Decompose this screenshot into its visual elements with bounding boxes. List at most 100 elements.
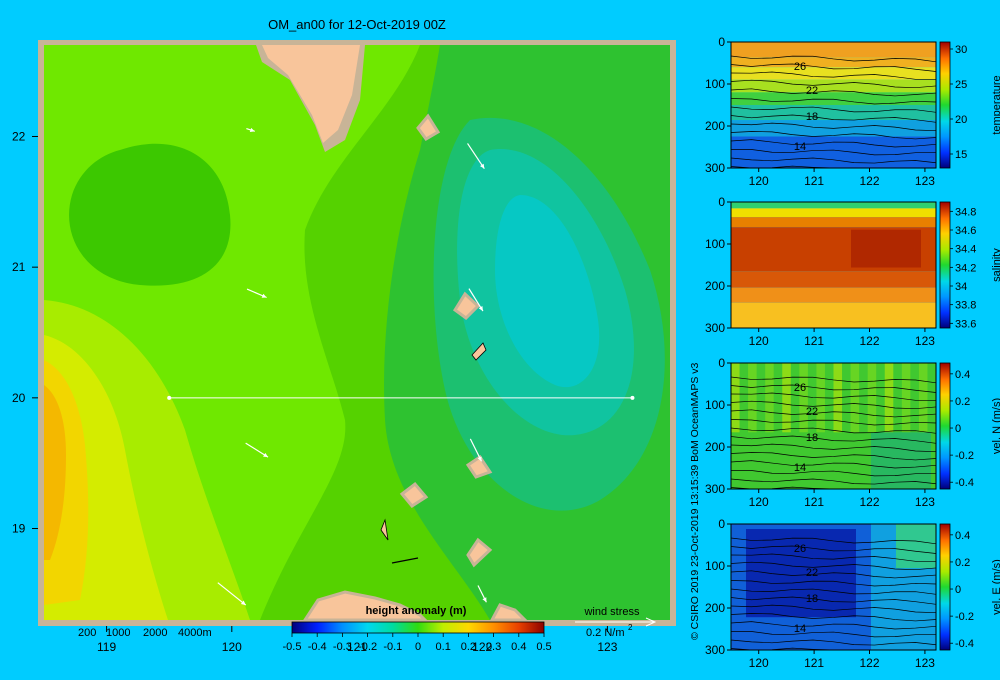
section-x-tick-label: 123 [915,334,935,348]
section-colorbar-tick-label: 33.8 [955,300,976,312]
section-x-tick-label: 122 [859,495,879,509]
section-x-tick-label: 120 [749,174,769,188]
depth-legend-1000: 1000 [106,627,130,639]
section-x-tick-label: 123 [915,656,935,670]
height-colorbar-tick-label: -0.3 [333,641,352,653]
section-colorbar-tick-label: 0 [955,423,961,435]
section-y-tick-label: 100 [705,77,725,91]
section-y-tick-label: 300 [705,482,725,496]
veln-patch [871,432,931,489]
section-x-tick-label: 121 [804,495,824,509]
section-y-tick-label: 0 [718,35,725,49]
map-y-tick-label: 19 [12,522,26,536]
section-colorbar [939,201,951,329]
veln-stripe [850,363,860,433]
height-colorbar-bar [291,621,545,634]
section-colorbar-label: salinity [991,248,1000,282]
section-colorbar-tick-label: -0.2 [955,611,974,623]
section-y-tick-label: 300 [705,321,725,335]
section-x-tick-label: 120 [749,495,769,509]
section-x-tick-label: 120 [749,334,769,348]
section-colorbar-tick-label: 34.2 [955,262,976,274]
map-panel: 119 120 121 122 123 19202122 [12,40,676,654]
map-x-tick-label: 119 [97,640,116,654]
depth-legend-200: 200 [78,627,96,639]
transect-start [167,395,172,400]
section-y-tick-label: 0 [718,356,725,370]
temperature-band [731,136,936,168]
height-colorbar-ticks: -0.5 -0.4 -0.3 -0.2 -0.1 0 0.1 0.2 0.3 0.4 0.5 [283,633,552,653]
credit-text: © CSIRO 2019 23-Oct-2019 13:15:39 BoM Oc… [689,362,701,640]
height-colorbar-tick-label: 0.4 [511,641,526,653]
section-colorbar-tick-label: 34.4 [955,244,976,256]
contour-label: 14 [794,141,806,153]
height-colorbar-tick-label: 0 [415,641,421,653]
veln-stripe [731,363,740,433]
temperature-band [731,42,936,58]
contour-label: 22 [806,406,818,418]
section-panel-1: 2622 18 14 120 121 122 123 0 100 200 300 15 20 25 30 te… [705,35,1000,188]
salinity-band [731,302,936,328]
vertical-section-panels: 26221814120 121 122 123010020030015202530te… [705,35,1000,670]
salinity-band [731,202,936,209]
salinity-band [731,217,936,228]
section-colorbar-label: vel. N (m/s) [991,398,1000,454]
height-colorbar-label: height anomaly (m) [366,605,467,617]
ocean-figure: OM_an00 for 12-Oct-2019 00Z 119 120 121 … [12,17,1000,670]
field-dark-green-blob [69,143,231,286]
contour-label: 14 [794,462,806,474]
depth-legend-2000: 2000 [143,627,167,639]
map-x-tick-label: 120 [222,640,242,654]
section-y-tick-label: 0 [718,517,725,531]
section-colorbar-tick-label: 0.4 [955,530,970,542]
contour-label: 26 [794,543,806,555]
veln-stripe [901,363,911,433]
map-y-tick-label: 21 [12,260,26,274]
section-y-tick-label: 200 [705,440,725,454]
height-colorbar-tick-label: -0.5 [283,641,302,653]
veln-stripe [799,363,808,433]
salinity-max-patch [851,229,921,268]
height-colorbar-tick-label: -0.4 [308,641,327,653]
wind-legend-value: 0.2 N/m [586,627,625,639]
section-colorbar [939,523,951,651]
section-y-tick-label: 300 [705,643,725,657]
veln-stripe [918,363,928,433]
section-panel-3: 2622 18 14 120 121 122 123 0 100 200 300 -0.4 -0.2 0 0… [705,356,1000,509]
contour-label: 18 [806,593,818,605]
section-colorbar-tick-label: -0.4 [955,638,974,650]
map-y-tick-label: 20 [12,391,26,405]
contour-label: 14 [794,623,806,635]
depth-legend-4000: 4000m [178,627,212,639]
height-colorbar-tick-label: 0.2 [461,641,476,653]
section-panel-2: 120 121 122 123 0 100 200 300 33.6 33.8 34 34.2 34.4… [705,195,1000,348]
section-colorbar [939,41,951,169]
salinity-band [731,208,936,218]
section-colorbar [939,362,951,490]
section-y-tick-label: 0 [718,195,725,209]
wind-legend-superscript: 2 [628,623,633,632]
section-x-tick-label: 122 [859,656,879,670]
height-colorbar-tick-label: 0.1 [436,641,451,653]
salinity-band [731,271,936,288]
height-colorbar-tick-label: -0.2 [358,641,377,653]
section-colorbar-tick-label: 0.4 [955,369,970,381]
section-y-tick-label: 200 [705,119,725,133]
section-colorbar-tick-label: 0.2 [955,396,970,408]
veln-stripe [867,363,877,433]
section-y-tick-label: 100 [705,398,725,412]
section-colorbar-label: temperature [991,75,1000,134]
section-colorbar-tick-label: 30 [955,44,967,56]
temperature-band [731,92,936,105]
map-title: OM_an00 for 12-Oct-2019 00Z [268,17,446,32]
section-colorbar-tick-label: 34.6 [955,225,976,237]
section-x-tick-label: 122 [859,334,879,348]
section-colorbar-tick-label: 15 [955,149,967,161]
contour-label: 22 [806,85,818,97]
section-x-tick-label: 123 [915,174,935,188]
section-colorbar-label: vel. E (m/s) [991,559,1000,615]
section-y-tick-label: 300 [705,161,725,175]
section-panel-4: 2622 18 14 120 121 122 123 0 100 200 300 -0.4 -0.2 0 0… [705,517,1000,670]
contour-label: 22 [806,567,818,579]
depth-legend: 200 1000 2000 4000m [78,627,212,639]
